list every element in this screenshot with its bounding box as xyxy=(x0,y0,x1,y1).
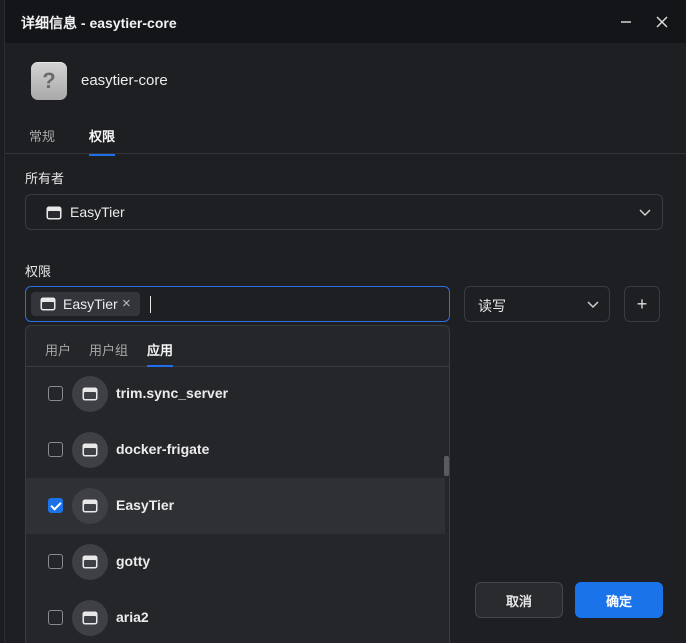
chevron-down-icon xyxy=(587,301,599,309)
avatar xyxy=(72,488,108,524)
app-window-icon xyxy=(82,555,98,569)
avatar xyxy=(72,376,108,412)
close-icon xyxy=(656,16,668,28)
tag-remove-icon[interactable]: × xyxy=(122,295,131,312)
text-caret xyxy=(150,296,151,313)
checkbox[interactable] xyxy=(48,498,63,513)
close-button[interactable] xyxy=(647,7,677,37)
avatar xyxy=(72,544,108,580)
app-window-icon xyxy=(82,387,98,401)
list-item-label: docker-frigate xyxy=(116,441,210,457)
minimize-button[interactable] xyxy=(611,7,641,37)
checkbox[interactable] xyxy=(48,442,63,457)
chevron-down-icon xyxy=(639,209,651,217)
tag-label: EasyTier xyxy=(63,296,118,312)
scrollbar[interactable] xyxy=(444,456,449,476)
tab-user-groups[interactable]: 用户组 xyxy=(89,340,128,365)
checkbox[interactable] xyxy=(48,386,63,401)
list-item-label: EasyTier xyxy=(116,497,175,513)
dropdown-tab-bar: 用户 用户组 应用 xyxy=(26,326,449,367)
app-window-icon xyxy=(82,443,98,457)
list-item-label: aria2 xyxy=(116,609,149,625)
list-item[interactable]: aria2 xyxy=(26,590,445,643)
avatar xyxy=(72,600,108,636)
window-title: 详细信息 - easytier-core xyxy=(21,15,177,31)
checkbox[interactable] xyxy=(48,610,63,625)
app-window-icon xyxy=(46,206,62,220)
target-dropdown: 用户 用户组 应用 trim.sync_server docker-frigat… xyxy=(25,325,450,643)
permission-mode-select[interactable]: 读写 xyxy=(464,286,610,322)
tab-apps[interactable]: 应用 xyxy=(147,340,174,367)
permission-target-input[interactable]: EasyTier × xyxy=(25,286,450,322)
tab-users[interactable]: 用户 xyxy=(45,340,71,365)
minimize-icon xyxy=(621,21,631,23)
app-window-icon xyxy=(82,611,98,625)
tab-bar: 常规 权限 xyxy=(5,120,686,156)
title-bar[interactable]: 详细信息 - easytier-core xyxy=(5,0,686,43)
app-window-icon xyxy=(40,297,56,311)
list-item-label: gotty xyxy=(116,553,151,569)
ok-button[interactable]: 确定 xyxy=(575,582,663,618)
list-item[interactable]: trim.sync_server xyxy=(26,366,445,422)
list-item[interactable]: docker-frigate xyxy=(26,422,445,478)
tab-permissions[interactable]: 权限 xyxy=(89,126,116,156)
avatar xyxy=(72,432,108,468)
owner-select[interactable]: EasyTier xyxy=(25,194,663,230)
list-item[interactable]: EasyTier xyxy=(26,478,445,534)
checkbox[interactable] xyxy=(48,554,63,569)
add-permission-button[interactable]: + xyxy=(624,286,660,322)
cancel-button[interactable]: 取消 xyxy=(475,582,563,618)
owner-value: EasyTier xyxy=(70,204,125,220)
app-name: easytier-core xyxy=(81,72,168,89)
tab-general[interactable]: 常规 xyxy=(29,126,55,154)
app-window-icon xyxy=(82,499,98,513)
list-item-label: trim.sync_server xyxy=(116,385,229,401)
owner-label: 所有者 xyxy=(25,171,65,186)
selected-tag: EasyTier × xyxy=(31,292,140,316)
properties-dialog: 详细信息 - easytier-core ? easytier-core 常规 … xyxy=(4,0,686,643)
permission-label: 权限 xyxy=(25,264,52,279)
permission-mode-value: 读写 xyxy=(478,298,506,314)
question-icon: ? xyxy=(31,62,67,100)
list-item[interactable]: gotty xyxy=(26,534,445,590)
